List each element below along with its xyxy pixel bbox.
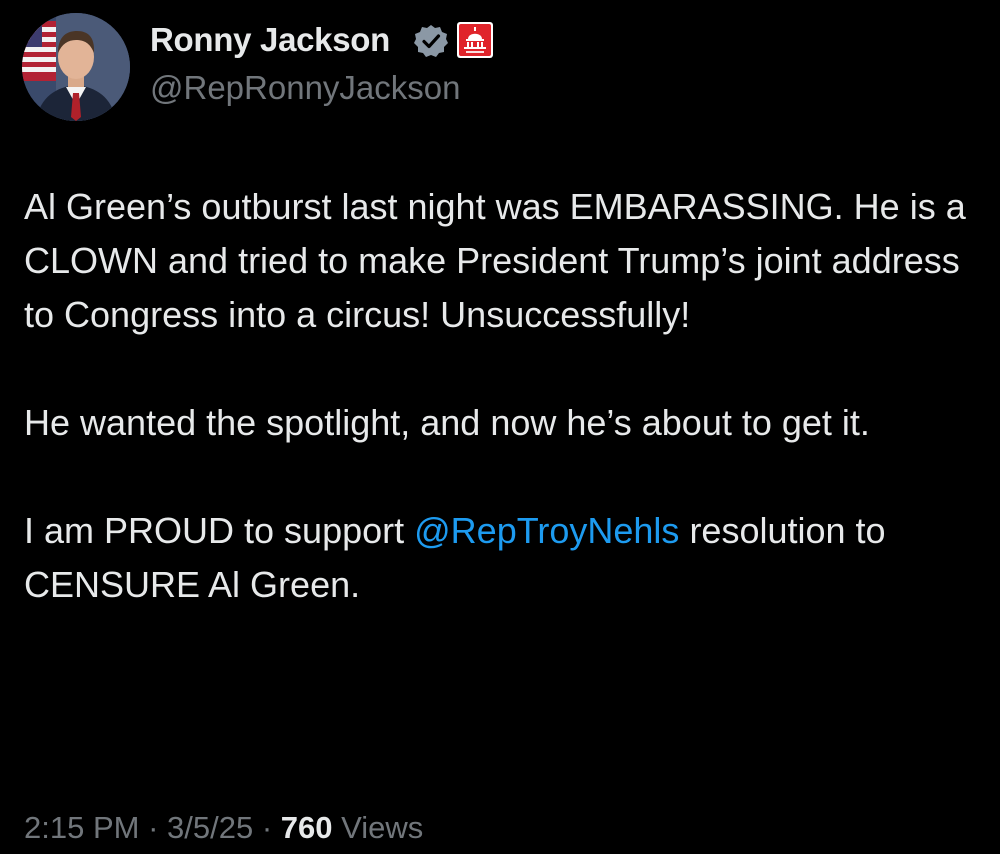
verified-badge-icon[interactable]: [414, 24, 448, 58]
tweet-date[interactable]: 3/5/25: [167, 810, 253, 845]
views-count[interactable]: 760: [281, 810, 333, 845]
views-label: Views: [332, 810, 424, 845]
capitol-gop-badge-icon[interactable]: [456, 21, 494, 59]
profile-photo-icon: [22, 13, 130, 121]
author-handle[interactable]: @RepRonnyJackson: [150, 66, 461, 110]
tweet-text-segment: I am PROUD to support: [24, 510, 415, 551]
tweet-paragraph-2: He wanted the spotlight, and now he’s ab…: [24, 402, 870, 443]
tweet-meta: 2:15 PM · 3/5/25 · 760 Views: [24, 806, 423, 850]
meta-separator: ·: [253, 810, 281, 845]
meta-separator: ·: [139, 810, 168, 845]
tweet-text: Al Green’s outburst last night was EMBAR…: [24, 180, 989, 612]
tweet-time[interactable]: 2:15 PM: [24, 810, 139, 845]
tweet-paragraph-3: I am PROUD to support @RepTroyNehls reso…: [24, 504, 989, 612]
mention-link[interactable]: @RepTroyNehls: [414, 510, 679, 551]
tweet: Ronny Jackson @RepRonnyJackson Al Green’…: [0, 0, 1000, 854]
avatar[interactable]: [22, 13, 130, 121]
author-name[interactable]: Ronny Jackson: [150, 18, 390, 62]
tweet-paragraph-1: Al Green’s outburst last night was EMBAR…: [24, 186, 966, 335]
